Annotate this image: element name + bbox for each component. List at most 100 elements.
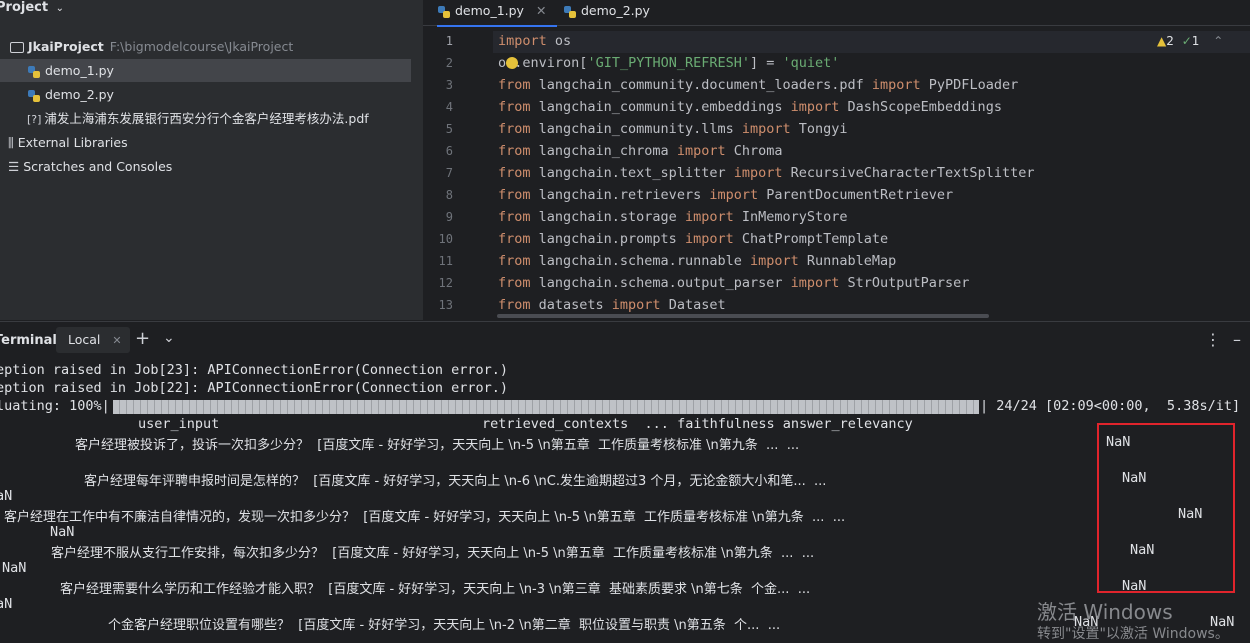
code-line[interactable]: from langchain.prompts import ChatPrompt… xyxy=(498,231,888,247)
code-token: import xyxy=(790,275,840,291)
file-item-demo-1[interactable]: demo_1.py xyxy=(0,59,411,82)
unknown-file-icon: [?] xyxy=(27,113,42,126)
external-libraries[interactable]: ⫼ External Libraries xyxy=(0,131,411,154)
python-file-icon xyxy=(437,5,451,19)
more-options-icon[interactable]: ⋮ xyxy=(1205,330,1221,349)
code-token: InMemoryStore xyxy=(733,209,848,225)
terminal-title: Terminal xyxy=(0,333,57,348)
terminal-line: | 24/24 [02:09<00:00, 5.38s/it] xyxy=(980,398,1241,414)
terminal-line: NaN xyxy=(50,524,75,540)
line-number-gutter: 1 2 3 4 5 6 7 8 9 10 11 12 13 xyxy=(423,31,493,320)
file-item-pdf[interactable]: [?] 浦发上海浦东发展银行西安分行个金客户经理考核办法.pdf xyxy=(0,107,411,130)
close-icon[interactable]: ✕ xyxy=(112,334,121,347)
code-token: ChatPromptTemplate xyxy=(733,231,889,247)
code-line[interactable]: from langchain_community.llms import Ton… xyxy=(498,121,848,137)
code-token: ParentDocumentRetriever xyxy=(758,187,954,203)
scratches-icon: ☰ xyxy=(8,159,20,174)
plus-icon[interactable]: + xyxy=(135,328,150,349)
line-number: 6 xyxy=(445,144,453,158)
code-token: from xyxy=(498,253,531,269)
file-label: demo_2.py xyxy=(45,87,114,102)
terminal-line: retrieved_contexts ... faithfulness answ… xyxy=(482,416,913,432)
terminal-line: 客户经理在工作中有不廉洁自律情况的，发现一次扣多少分？ [百度文库 - 好好学习… xyxy=(4,510,846,525)
code-token: PyPDFLoader xyxy=(920,77,1019,93)
code-line[interactable]: from langchain.schema.runnable import Ru… xyxy=(498,253,896,269)
code-line[interactable]: from datasets import Dataset xyxy=(498,297,726,313)
code-line[interactable]: from langchain_community.embeddings impo… xyxy=(498,99,1002,115)
close-icon[interactable]: ✕ xyxy=(536,3,546,18)
code-line[interactable]: from langchain.schema.output_parser impo… xyxy=(498,275,969,291)
tab-label: demo_1.py xyxy=(455,3,524,18)
horizontal-scrollbar[interactable] xyxy=(497,314,989,318)
code-token: langchain.text_splitter xyxy=(530,165,734,181)
editor-tab-bar: demo_1.py ✕ demo_2.py xyxy=(423,0,1250,27)
terminal-line: aN xyxy=(0,488,13,504)
code-token: import xyxy=(871,77,921,93)
code-token: from xyxy=(498,231,531,247)
code-token: import xyxy=(611,297,661,313)
python-file-icon xyxy=(27,89,41,103)
code-line[interactable]: from langchain.storage import InMemorySt… xyxy=(498,209,848,225)
terminal-line: 客户经理需要什么学历和工作经验才能入职？ [百度文库 - 好好学习，天天向上 \… xyxy=(60,582,811,597)
terminal-line: NaN xyxy=(2,560,27,576)
warning-count: 2 xyxy=(1166,34,1174,48)
tab-demo-1[interactable]: demo_1.py ✕ xyxy=(437,0,557,27)
terminal-line: 客户经理被投诉了，投诉一次扣多少分？ [百度文库 - 好好学习，天天向上 \n-… xyxy=(75,438,800,453)
project-panel: Project ⌄ JkaiProject F:\bigmodelcourse\J… xyxy=(0,0,423,320)
project-root-name: JkaiProject xyxy=(28,39,104,54)
code-token: langchain_chroma xyxy=(530,143,677,159)
code-token: from xyxy=(498,297,531,313)
project-panel-title: Project xyxy=(0,0,49,15)
python-file-icon xyxy=(563,5,577,19)
terminal-tab-local[interactable]: Local ✕ xyxy=(56,327,130,353)
code-token: import xyxy=(684,209,734,225)
tab-demo-2[interactable]: demo_2.py xyxy=(563,0,673,25)
code-line[interactable]: os.environ['GIT_PYTHON_REFRESH'] = 'quie… xyxy=(498,55,839,71)
project-root[interactable]: JkaiProject F:\bigmodelcourse\JkaiProject xyxy=(0,35,411,58)
line-number: 7 xyxy=(445,166,453,180)
library-icon: ⫼ xyxy=(8,135,14,150)
line-number: 12 xyxy=(438,276,453,290)
inspection-widget[interactable]: ▲2 ✓1 ⌃ xyxy=(1157,34,1223,48)
code-token: Chroma xyxy=(725,143,783,159)
code-line[interactable]: from langchain_community.document_loader… xyxy=(498,77,1018,93)
code-token: langchain.retrievers xyxy=(530,187,710,203)
code-line[interactable]: from langchain.text_splitter import Recu… xyxy=(498,165,1034,181)
line-number: 11 xyxy=(438,254,453,268)
code-token: Tongyi xyxy=(790,121,848,137)
terminal-line: user_input xyxy=(138,416,220,432)
terminal-line: aN xyxy=(0,596,13,612)
code-token: os xyxy=(546,33,572,49)
terminal-line: 个金客户经理职位设置有哪些？ [百度文库 - 好好学习，天天向上 \n-2 \n… xyxy=(108,618,781,633)
line-number: 3 xyxy=(445,78,453,92)
code-token: langchain.schema.output_parser xyxy=(530,275,791,291)
code-token: .environ[ xyxy=(514,55,588,71)
activation-watermark-subtitle: 转到"设置"以激活 Windows。 xyxy=(1037,626,1229,642)
code-line[interactable]: from langchain.retrievers import ParentD… xyxy=(498,187,953,203)
code-token: import xyxy=(733,165,783,181)
code-token: from xyxy=(498,121,531,137)
terminal-tab-label: Local xyxy=(68,332,101,347)
code-token: datasets xyxy=(530,297,612,313)
scratches-label: Scratches and Consoles xyxy=(23,159,173,174)
chevron-down-icon[interactable]: ⌄ xyxy=(163,330,175,346)
scratches-and-consoles[interactable]: ☰ Scratches and Consoles xyxy=(0,155,411,178)
minimize-icon[interactable]: – xyxy=(1233,330,1241,349)
progress-bar xyxy=(113,400,979,414)
project-root-path: F:\bigmodelcourse\JkaiProject xyxy=(109,39,294,54)
chevron-down-icon[interactable]: ⌄ xyxy=(56,3,64,14)
project-panel-header[interactable]: Project ⌄ xyxy=(0,0,64,20)
code-token: langchain.storage xyxy=(530,209,685,225)
code-token: from xyxy=(498,143,531,159)
code-line[interactable]: from langchain_chroma import Chroma xyxy=(498,143,783,159)
file-item-demo-2[interactable]: demo_2.py xyxy=(0,83,411,106)
line-number: 1 xyxy=(445,34,453,48)
code-token: langchain_community.embeddings xyxy=(530,99,791,115)
code-token: RunnableMap xyxy=(798,253,897,269)
code-token: import xyxy=(684,231,734,247)
chevron-up-icon[interactable]: ⌃ xyxy=(1213,34,1223,48)
line-number: 10 xyxy=(438,232,453,246)
code-token: from xyxy=(498,99,531,115)
code-editor[interactable]: import os os.environ['GIT_PYTHON_REFRESH'… xyxy=(498,31,1250,320)
code-line[interactable]: import os xyxy=(498,33,571,49)
